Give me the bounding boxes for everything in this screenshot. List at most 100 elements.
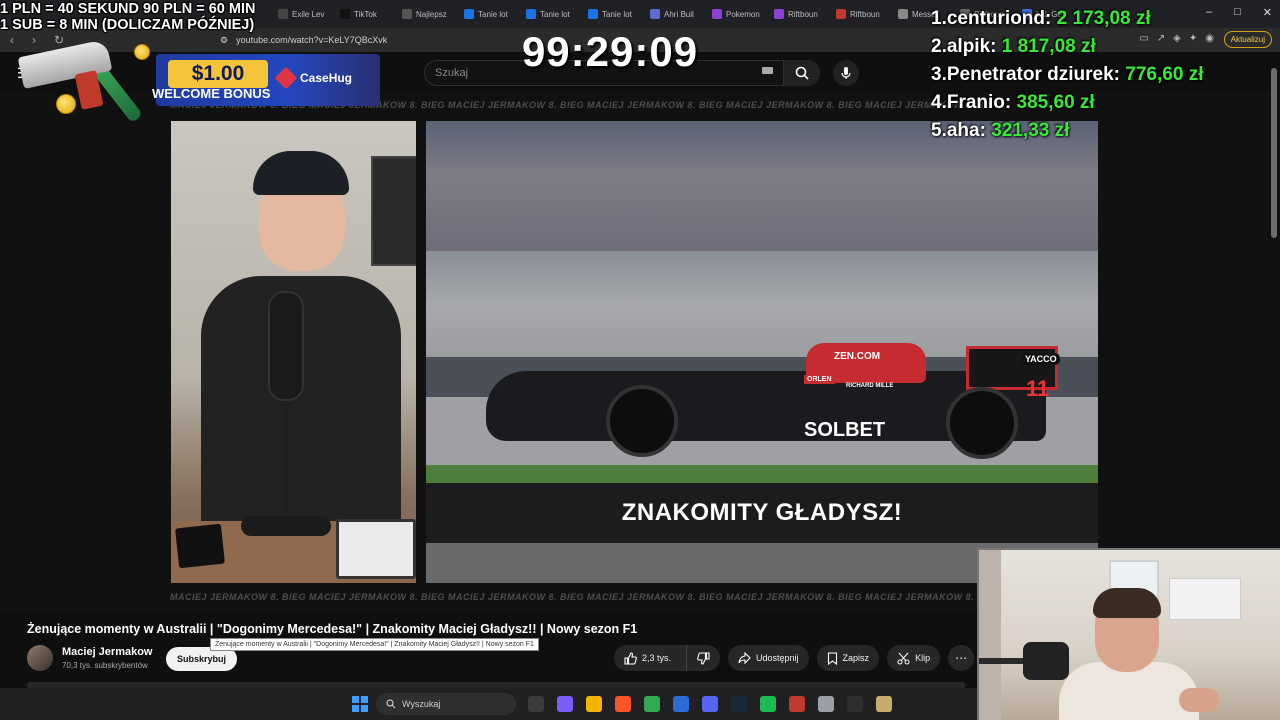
file-explorer-icon[interactable]	[586, 696, 602, 712]
subathon-timer: 99:29:09	[521, 28, 699, 75]
tab-favicon-icon	[402, 9, 412, 19]
donation-leaderboard: 1.centuriond: 2 173,08 zł 2.alpik: 1 817,…	[931, 8, 1203, 148]
app-blue-icon[interactable]	[673, 696, 689, 712]
leaderboard-amount: 776,60 zł	[1125, 64, 1204, 85]
webcam-microphone	[1023, 642, 1069, 680]
leaderboard-name: Franio:	[946, 92, 1012, 113]
promo-label: WELCOME BONUS	[152, 86, 271, 101]
tab-favicon-icon	[836, 9, 846, 19]
leaderboard-row: 5.aha: 321,33 zł	[931, 120, 1203, 148]
tab-label: Tanie lot	[602, 9, 632, 19]
taskbar-search[interactable]: Wyszukaj	[376, 693, 516, 715]
brave-icon[interactable]	[615, 696, 631, 712]
search-icon	[795, 66, 809, 80]
browser-tab[interactable]: Pokemon	[704, 3, 766, 25]
phone-on-desk	[175, 523, 225, 569]
more-icon: ⋯	[955, 651, 968, 665]
brave-red-icon[interactable]	[789, 696, 805, 712]
grass-verge	[426, 465, 1098, 483]
update-button[interactable]: Aktualizuj	[1223, 31, 1272, 48]
tab-label: TikTok	[354, 9, 377, 19]
spotify-icon[interactable]	[760, 696, 776, 712]
microphone-base	[241, 516, 331, 536]
tab-label: Riftboun	[850, 9, 880, 19]
thumbs-down-icon	[697, 651, 710, 665]
more-actions-button[interactable]: ⋯	[948, 645, 975, 671]
streamer-hands	[1179, 688, 1219, 712]
minimize-icon[interactable]: –	[1206, 6, 1212, 19]
studio-microphone	[268, 291, 304, 401]
rear-wheel	[946, 387, 1018, 459]
video-player[interactable]: MACIEJ JERMAKOW 8. BIEG MACIEJ JERMAKOW …	[0, 92, 1280, 612]
windows-start-icon[interactable]	[352, 696, 368, 712]
voice-search-button[interactable]	[833, 60, 859, 86]
video-title: Żenujące momenty w Australii | "Dogonimy…	[27, 622, 638, 636]
maximize-icon[interactable]: □	[1234, 6, 1241, 19]
bookmark-icon	[827, 651, 837, 665]
webcam-cabinet	[1169, 578, 1241, 620]
coin-graphic	[56, 94, 76, 114]
browser-tab[interactable]: Riftboun	[766, 3, 828, 25]
vpn-icon[interactable]: ◉	[1205, 33, 1214, 44]
league-icon[interactable]	[876, 696, 892, 712]
taskbar-search-placeholder: Wyszukaj	[402, 699, 441, 709]
clip-button[interactable]: Klip	[887, 645, 941, 671]
tab-favicon-icon	[898, 9, 908, 19]
video-caption: ZNAKOMITY GŁADYSZ!	[426, 483, 1098, 543]
promo-brand: CaseHug	[274, 66, 352, 90]
leaderboard-row: 2.alpik: 1 817,08 zł	[931, 36, 1203, 64]
video-actions: 2,3 tys. Udostępnij Zapisz Klip ⋯	[614, 645, 975, 671]
microphone-icon	[841, 67, 851, 79]
search-button[interactable]	[784, 60, 820, 86]
chrome-icon[interactable]	[644, 696, 660, 712]
browser-tab[interactable]: Riftboun	[828, 3, 890, 25]
channel-name[interactable]: Maciej Jermakow	[62, 646, 153, 658]
leaderboard-amount: 385,60 zł	[1016, 92, 1095, 113]
task-view-icon[interactable]	[528, 696, 544, 712]
leaderboard-rank: 5.	[931, 120, 947, 141]
save-button[interactable]: Zapisz	[816, 645, 880, 671]
browser-tab[interactable]: Exile Lev	[270, 3, 332, 25]
tab-label: Pokemon	[726, 9, 760, 19]
obs-icon[interactable]	[847, 696, 863, 712]
tab-favicon-icon	[526, 9, 536, 19]
sponsor-richard-mille: RICHARD MILLE	[846, 383, 894, 389]
discord-icon[interactable]	[702, 696, 718, 712]
close-icon[interactable]: ✕	[1263, 6, 1272, 19]
car-number: 11	[1026, 376, 1050, 401]
steam-icon[interactable]	[731, 696, 747, 712]
race-footage-panel: 11 ZEN.COM ORLEN RICHARD MILLE SOLBET YA…	[426, 121, 1098, 583]
streamer-hair	[1093, 588, 1161, 618]
leaderboard-name: alpik:	[946, 36, 997, 57]
promo-amount: $1.00	[168, 60, 268, 88]
webcam-chair	[979, 550, 1001, 720]
window-controls: – □ ✕	[1206, 6, 1272, 19]
dislike-button[interactable]	[686, 645, 720, 671]
browser-tab[interactable]: Ahri Buil	[642, 3, 704, 25]
coin-graphic	[134, 44, 150, 60]
leaderboard-rank: 1.	[931, 8, 947, 29]
channel-avatar[interactable]	[27, 645, 53, 671]
subscriber-count: 70,3 tys. subskrybentów	[62, 661, 148, 670]
leaderboard-row: 1.centuriond: 2 173,08 zł	[931, 8, 1203, 36]
browser-tab[interactable]: Tanie lot	[580, 3, 642, 25]
streamer-webcam	[977, 548, 1280, 720]
tab-favicon-icon	[340, 9, 350, 19]
taskbar-search-icon	[386, 699, 396, 709]
browser-tab[interactable]: Tanie lot	[456, 3, 518, 25]
browser-tab[interactable]: Najlepsz	[394, 3, 456, 25]
microphone-stand	[283, 401, 289, 521]
like-button[interactable]: 2,3 tys.	[614, 645, 681, 671]
browser-tab[interactable]: TikTok	[332, 3, 394, 25]
page-scrollbar[interactable]	[1271, 68, 1277, 238]
copilot-icon[interactable]	[557, 696, 573, 712]
tab-label: Najlepsz	[416, 9, 447, 19]
tab-label: Exile Lev	[292, 9, 325, 19]
keyboard-icon[interactable]	[762, 67, 773, 74]
presenter-cap	[253, 151, 349, 195]
share-button[interactable]: Udostępnij	[728, 645, 809, 671]
settings-icon[interactable]	[818, 696, 834, 712]
browser-tab[interactable]: Tanie lot	[518, 3, 580, 25]
leaderboard-rank: 4.	[931, 92, 947, 113]
video-presenter-panel	[171, 121, 416, 583]
